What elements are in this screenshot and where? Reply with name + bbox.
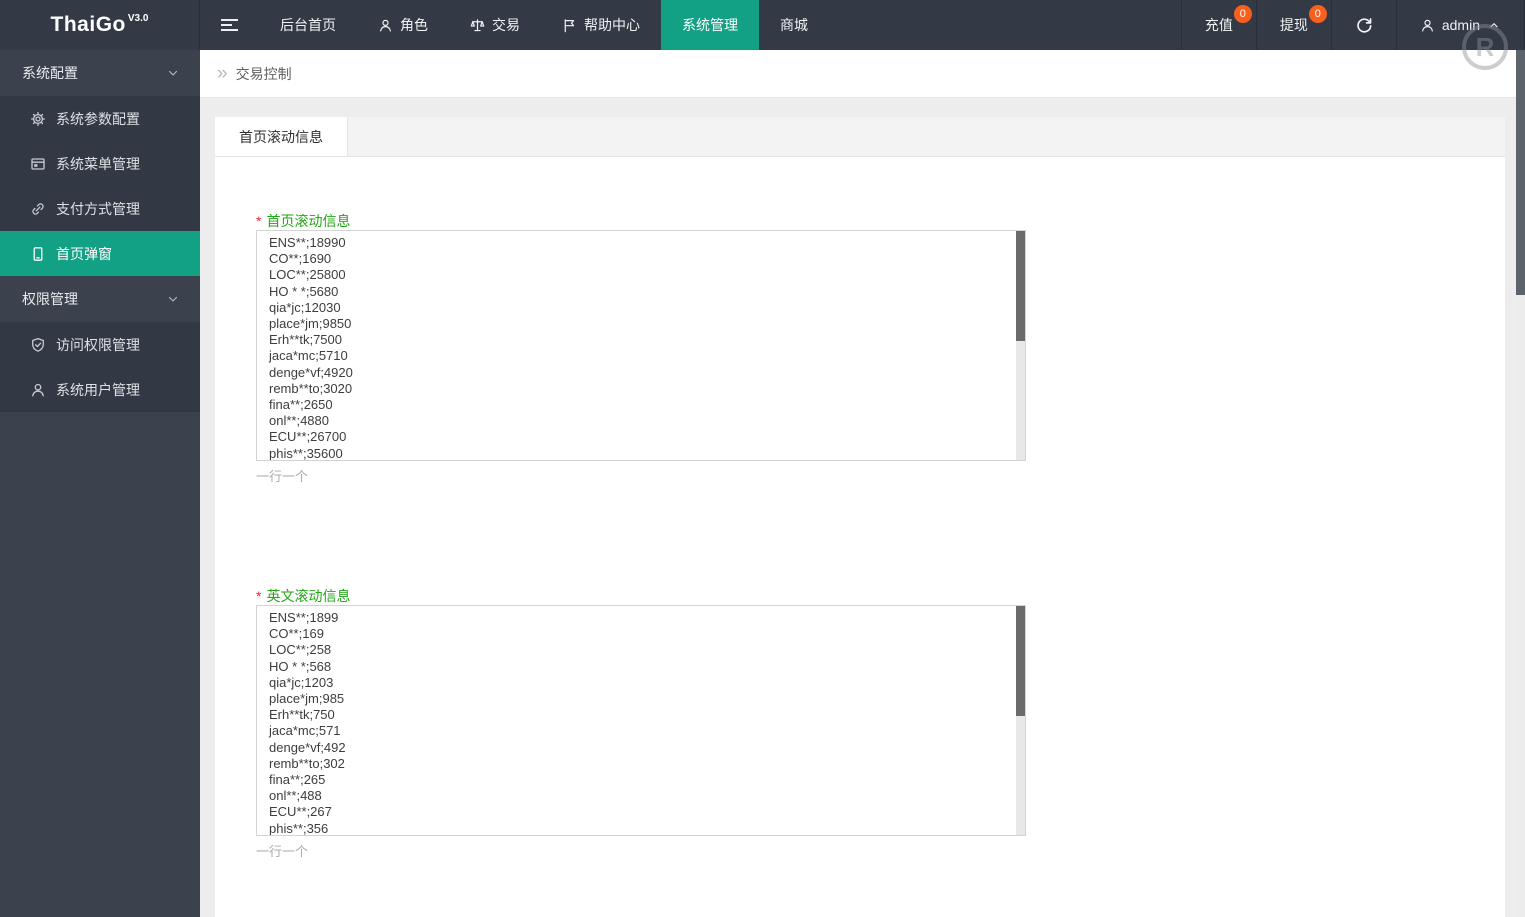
field-english-scroll-info: * 英文滚动信息 ENS**;1899 CO**;169 LOC**;258 HO… <box>256 587 1505 860</box>
nav-item-label: 交易 <box>492 17 520 33</box>
person-icon <box>380 19 391 32</box>
scales-icon <box>470 18 485 31</box>
nav-item-mall[interactable]: 商城 <box>759 0 829 50</box>
gear-icon <box>30 111 46 126</box>
breadcrumb-bar: » 交易控制 <box>200 50 1525 98</box>
flag-icon <box>564 18 575 32</box>
recharge-label: 充值 <box>1204 17 1233 33</box>
user-menu[interactable]: admin <box>1395 0 1525 50</box>
home-scroll-info-textarea[interactable]: ENS**;18990 CO**;1690 LOC**;25800 HO * *… <box>256 230 1026 461</box>
caret-up-icon <box>1490 23 1498 28</box>
field-label-text: 英文滚动信息 <box>266 588 351 604</box>
field-home-scroll-info: * 首页滚动信息 ENS**;18990 CO**;1690 LOC**;2580… <box>256 212 1505 485</box>
recharge-badge: 0 <box>1233 5 1252 23</box>
nav-item-dashboard[interactable]: 后台首页 <box>259 0 357 50</box>
breadcrumb: 交易控制 <box>235 65 292 82</box>
withdraw-button[interactable]: 提现 0 <box>1255 0 1331 50</box>
nav-item-trade[interactable]: 交易 <box>449 0 541 50</box>
sidebar-item-access-permissions[interactable]: 访问权限管理 <box>0 322 200 367</box>
withdraw-badge: 0 <box>1308 5 1327 23</box>
window-icon <box>31 157 45 170</box>
sidebar-item-label: 系统用户管理 <box>56 381 140 398</box>
sidebar-item-system-params[interactable]: 系统参数配置 <box>0 96 200 141</box>
textarea-wrapper: ENS**;1899 CO**;169 LOC**;258 HO * *;568… <box>256 605 1026 836</box>
sidebar-group-system-config[interactable]: 系统配置 <box>0 50 200 96</box>
sidebar-item-system-users[interactable]: 系统用户管理 <box>0 367 200 412</box>
sidebar-item-label: 访问权限管理 <box>56 336 140 353</box>
nav-item-label: 角色 <box>400 17 428 33</box>
main-content: » 交易控制 首页滚动信息 * 首页滚动信息 ENS**;18990 CO**;1… <box>200 50 1525 917</box>
top-navbar: ThaiGo V3.0 后台首页 角色 交易 帮助中心 系统管理 商城 充值 0… <box>0 0 1525 50</box>
textarea-scrollbar-thumb[interactable] <box>1016 231 1025 341</box>
sidebar: 系统配置 系统参数配置 系统菜单管理 支付方式管理 首页弹窗 权限管理 访问权限… <box>0 50 200 917</box>
chevron-down-icon <box>168 296 178 302</box>
tablet-icon <box>33 246 43 261</box>
person-icon <box>1421 19 1433 32</box>
sidebar-item-label: 支付方式管理 <box>56 200 140 217</box>
tab-label: 首页滚动信息 <box>239 128 323 145</box>
withdraw-label: 提现 <box>1279 17 1308 33</box>
content-panel: 首页滚动信息 * 首页滚动信息 ENS**;18990 CO**;1690 LOC… <box>215 117 1505 917</box>
link-icon <box>32 202 44 215</box>
nav-item-label: 商城 <box>780 17 808 33</box>
refresh-icon <box>1357 18 1372 33</box>
nav-item-roles[interactable]: 角色 <box>357 0 449 50</box>
field-label: * 首页滚动信息 <box>256 212 1505 230</box>
sidebar-group-label: 权限管理 <box>22 291 78 307</box>
app-version: V3.0 <box>127 12 149 24</box>
main-menu: 后台首页 角色 交易 帮助中心 系统管理 商城 <box>259 0 829 50</box>
sidebar-submenu-permissions: 访问权限管理 系统用户管理 <box>0 322 200 412</box>
sidebar-group-label: 系统配置 <box>22 65 78 81</box>
textarea-scrollbar-track[interactable] <box>1016 606 1025 835</box>
required-asterisk: * <box>256 213 262 229</box>
username: admin <box>1441 17 1480 33</box>
textarea-scrollbar-track[interactable] <box>1016 231 1025 460</box>
sidebar-group-permissions[interactable]: 权限管理 <box>0 276 200 322</box>
page-scrollbar-track[interactable] <box>1516 50 1525 917</box>
scroll-info-form: * 首页滚动信息 ENS**;18990 CO**;1690 LOC**;2580… <box>215 157 1505 860</box>
sidebar-item-payment-methods[interactable]: 支付方式管理 <box>0 186 200 231</box>
sidebar-item-label: 首页弹窗 <box>56 245 112 262</box>
english-scroll-info-textarea[interactable]: ENS**;1899 CO**;169 LOC**;258 HO * *;568… <box>256 605 1026 836</box>
navbar-right: 充值 0 提现 0 admin <box>1180 0 1525 50</box>
sidebar-item-label: 系统菜单管理 <box>56 155 140 172</box>
app-logo: ThaiGo V3.0 <box>0 0 200 50</box>
nav-item-help-center[interactable]: 帮助中心 <box>541 0 661 50</box>
field-hint: 一行一个 <box>256 469 309 484</box>
recharge-button[interactable]: 充值 0 <box>1180 0 1256 50</box>
page-scrollbar-thumb[interactable] <box>1516 50 1525 295</box>
field-label-text: 首页滚动信息 <box>266 213 351 229</box>
sidebar-submenu-system-config: 系统参数配置 系统菜单管理 支付方式管理 首页弹窗 <box>0 96 200 276</box>
sidebar-item-home-popup[interactable]: 首页弹窗 <box>0 231 200 276</box>
double-chevron-icon: » <box>217 63 228 84</box>
nav-item-system-management[interactable]: 系统管理 <box>661 0 759 50</box>
shield-check-icon <box>32 337 44 352</box>
field-hint: 一行一个 <box>256 844 309 859</box>
hamburger-icon <box>221 16 238 34</box>
textarea-scrollbar-thumb[interactable] <box>1016 606 1025 716</box>
refresh-button[interactable] <box>1330 0 1396 50</box>
sidebar-collapse-button[interactable] <box>200 0 259 50</box>
app-name: ThaiGo <box>50 13 126 36</box>
textarea-wrapper: ENS**;18990 CO**;1690 LOC**;25800 HO * *… <box>256 230 1026 461</box>
chevron-down-icon <box>168 70 178 76</box>
nav-item-label: 系统管理 <box>682 17 738 33</box>
field-label: * 英文滚动信息 <box>256 587 1505 605</box>
sidebar-item-label: 系统参数配置 <box>56 110 140 127</box>
sidebar-item-system-menu[interactable]: 系统菜单管理 <box>0 141 200 186</box>
tab-strip: 首页滚动信息 <box>215 117 1505 157</box>
nav-item-label: 帮助中心 <box>584 17 640 33</box>
nav-item-label: 后台首页 <box>280 17 336 33</box>
tab-home-scroll-info[interactable]: 首页滚动信息 <box>215 117 348 156</box>
person-icon <box>32 383 44 396</box>
required-asterisk: * <box>256 588 262 604</box>
